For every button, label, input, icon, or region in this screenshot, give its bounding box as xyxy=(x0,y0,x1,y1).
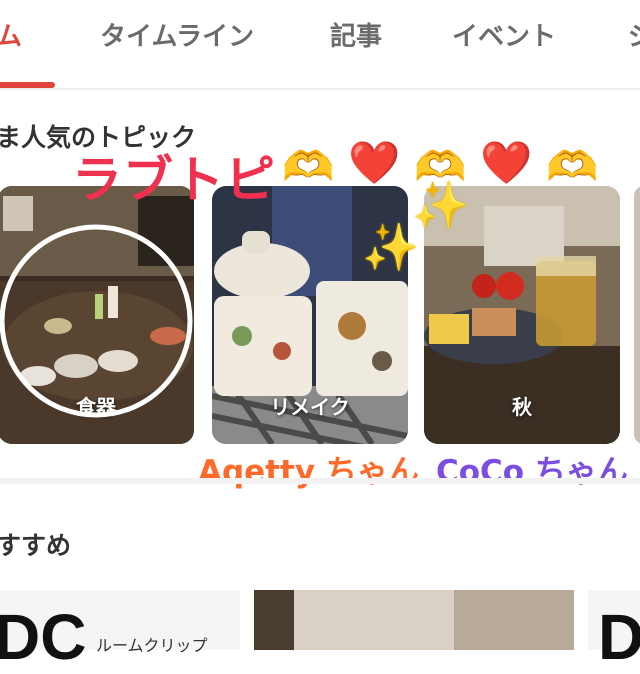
tab-events[interactable]: イベント xyxy=(452,16,556,53)
recommend-card-2[interactable] xyxy=(254,590,574,650)
tab-home[interactable]: ム xyxy=(0,16,22,53)
red-heart-icon-2: ❤️ xyxy=(480,138,533,187)
tab-timeline[interactable]: タイムライン xyxy=(100,16,254,53)
love-topic-text: ラブトピ xyxy=(72,151,276,209)
red-heart-icon: ❤️ xyxy=(348,138,401,187)
section-title-recommend: すすめ xyxy=(0,531,72,560)
section-divider xyxy=(0,478,640,484)
tab-more[interactable]: ジ xyxy=(628,16,640,53)
recommend-card-3[interactable]: D xyxy=(588,590,640,673)
active-tab-indicator xyxy=(0,82,55,88)
recommend-card-1-logo: DC xyxy=(0,601,87,673)
recommend-card-1-caption: ルームクリップ xyxy=(96,636,208,655)
tab-articles[interactable]: 記事 xyxy=(330,16,382,53)
highlight-circle xyxy=(0,224,193,418)
name-label-coco: CoCo ちゃん xyxy=(436,454,628,490)
name-label-aqetty: Aqetty ちゃん xyxy=(198,454,419,490)
top-tab-bar: ム タイムライン 記事 イベント ジ xyxy=(0,0,640,90)
recommend-card-2-photo xyxy=(254,590,574,650)
sparkle-icon-2: ✨ xyxy=(362,220,420,274)
sparkle-icon: ✨ xyxy=(412,178,470,232)
topic-card-partial[interactable] xyxy=(634,186,640,444)
heart-hands-icon-3: 🫶 xyxy=(546,142,599,191)
topic-photo-partial xyxy=(634,186,640,444)
heart-hands-icon: 🫶 xyxy=(282,142,335,191)
recommend-card-1[interactable]: DC ルームクリップ xyxy=(0,590,240,673)
topic-label-remake: リメイク xyxy=(270,395,350,419)
recommend-card-3-logo: D xyxy=(598,601,640,673)
topic-label-autumn: 秋 xyxy=(512,395,532,419)
